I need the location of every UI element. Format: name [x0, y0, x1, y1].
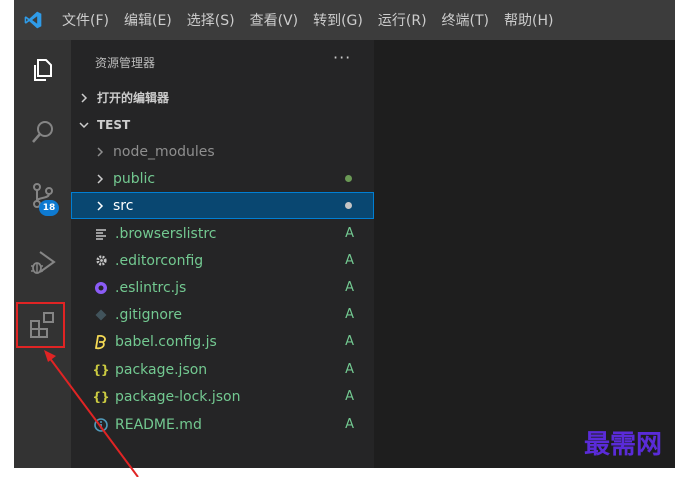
watermark: 最需网: [584, 430, 663, 460]
annotation-arrow: [44, 350, 139, 477]
arrow-head-icon: [44, 350, 56, 362]
